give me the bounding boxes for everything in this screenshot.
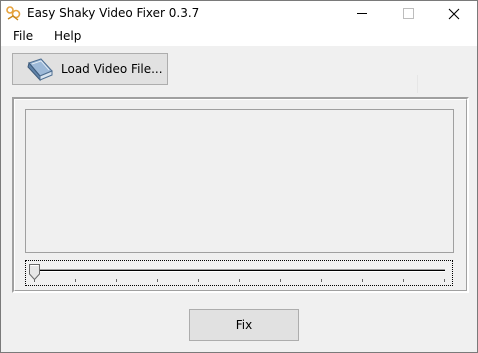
load-video-label: Load Video File... bbox=[61, 62, 163, 76]
slider-thumb[interactable] bbox=[29, 264, 40, 281]
close-button[interactable] bbox=[431, 1, 477, 27]
minimize-button[interactable] bbox=[339, 1, 385, 27]
video-group-box bbox=[12, 97, 469, 293]
menu-bar: File Help bbox=[1, 27, 477, 46]
maximize-button[interactable] bbox=[385, 1, 431, 27]
app-window: Easy Shaky Video Fixer 0.3.7 File Help L… bbox=[0, 0, 478, 353]
divider bbox=[417, 75, 418, 93]
load-video-button[interactable]: Load Video File... bbox=[12, 53, 168, 85]
video-position-slider[interactable] bbox=[25, 260, 453, 286]
slider-tick bbox=[239, 279, 240, 282]
slider-tick bbox=[34, 279, 35, 282]
window-title: Easy Shaky Video Fixer 0.3.7 bbox=[27, 6, 200, 20]
menu-help[interactable]: Help bbox=[52, 29, 83, 43]
close-icon bbox=[448, 8, 460, 20]
slider-tick bbox=[116, 279, 117, 282]
slider-tick bbox=[157, 279, 158, 282]
slider-tick bbox=[444, 279, 445, 282]
fix-button[interactable]: Fix bbox=[189, 309, 299, 341]
minimize-icon bbox=[357, 13, 367, 14]
slider-tick bbox=[75, 279, 76, 282]
app-camera-icon bbox=[6, 5, 22, 21]
menu-file[interactable]: File bbox=[11, 29, 35, 43]
slider-tick bbox=[403, 279, 404, 282]
slider-tick bbox=[321, 279, 322, 282]
title-bar[interactable]: Easy Shaky Video Fixer 0.3.7 bbox=[1, 1, 477, 27]
maximize-icon bbox=[403, 8, 414, 19]
slider-tick bbox=[198, 279, 199, 282]
slider-track bbox=[35, 269, 445, 272]
slider-tick bbox=[280, 279, 281, 282]
video-preview bbox=[25, 109, 454, 253]
slider-tick bbox=[362, 279, 363, 282]
book-icon bbox=[25, 57, 55, 83]
